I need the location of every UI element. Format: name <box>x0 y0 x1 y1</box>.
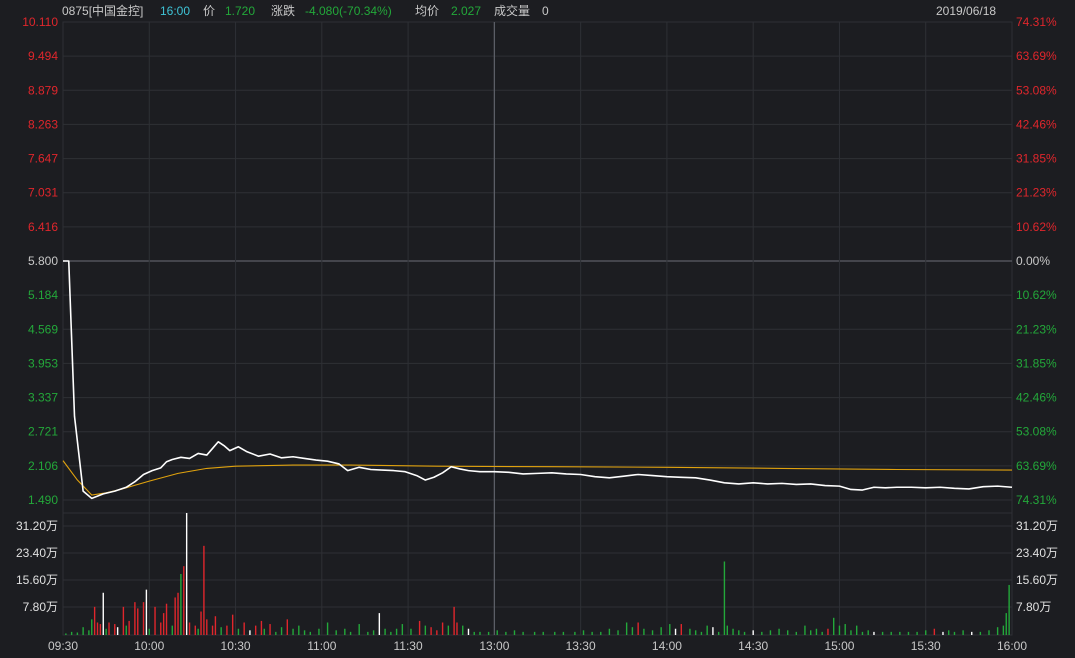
time-tick-label: 13:30 <box>566 639 596 653</box>
price-tick-label: 3.337 <box>28 391 58 405</box>
price-tick-label: 3.953 <box>28 356 58 370</box>
time-tick-label: 16:00 <box>997 639 1027 653</box>
price-tick-label: 2.106 <box>28 459 58 473</box>
percent-tick-label: 31.85% <box>1016 152 1057 166</box>
time-tick-label: 15:00 <box>824 639 854 653</box>
percent-tick-label: 63.69% <box>1016 459 1057 473</box>
percent-tick-label: 10.62% <box>1016 220 1057 234</box>
volume-tick-label-right: 15.60万 <box>1016 573 1058 587</box>
volume-tick-label: 31.20万 <box>16 519 58 533</box>
volume-tick-label: 23.40万 <box>16 546 58 560</box>
time-tick-label: 09:30 <box>48 639 78 653</box>
time-tick-label: 13:00 <box>479 639 509 653</box>
percent-tick-label: 21.23% <box>1016 322 1057 336</box>
price-tick-label: 2.721 <box>28 425 58 439</box>
percent-tick-label: 21.23% <box>1016 186 1057 200</box>
intraday-chart: 10.110 74.31% 9.494 63.69% 8.879 53.08% 8.263 4… <box>16 15 1058 653</box>
volume-tick-label-right: 23.40万 <box>1016 546 1058 560</box>
price-line <box>63 260 1013 500</box>
price-tick-label: 10.110 <box>22 15 58 29</box>
time-tick-label: 15:30 <box>911 639 941 653</box>
price-tick-label: 1.490 <box>28 493 58 507</box>
price-tick-label: 5.184 <box>28 288 58 302</box>
price-tick-label: 6.416 <box>28 220 58 234</box>
price-tick-label: 7.647 <box>28 152 58 166</box>
percent-tick-label: 31.85% <box>1016 356 1057 370</box>
time-tick-label: 10:00 <box>134 639 164 653</box>
percent-tick-label: 42.46% <box>1016 391 1057 405</box>
percent-tick-label: 74.31% <box>1016 493 1057 507</box>
price-tick-label: 9.494 <box>28 49 58 63</box>
price-tick-label: 8.879 <box>28 83 58 97</box>
volume-tick-label: 7.80万 <box>23 600 58 614</box>
plot-frame <box>62 21 1013 636</box>
percent-tick-label: 53.08% <box>1016 83 1057 97</box>
percent-tick-label: 53.08% <box>1016 425 1057 439</box>
time-tick-label: 14:00 <box>652 639 682 653</box>
percent-tick-label: 42.46% <box>1016 117 1057 131</box>
time-tick-label: 14:30 <box>738 639 768 653</box>
price-tick-label: 5.800 <box>28 254 58 268</box>
price-tick-label: 4.569 <box>28 322 58 336</box>
volume-tick-label-right: 7.80万 <box>1016 600 1051 614</box>
price-tick-label: 8.263 <box>28 117 58 131</box>
percent-tick-label: 74.31% <box>1016 15 1057 29</box>
price-tick-label: 7.031 <box>28 186 58 200</box>
volume-tick-label-right: 31.20万 <box>1016 519 1058 533</box>
time-tick-label: 11:00 <box>307 639 336 653</box>
percent-tick-label: 0.00% <box>1016 254 1050 268</box>
volume-tick-label: 15.60万 <box>16 573 58 587</box>
percent-tick-label: 63.69% <box>1016 49 1057 63</box>
percent-tick-label: 10.62% <box>1016 288 1057 302</box>
time-tick-label: 10:30 <box>221 639 251 653</box>
time-tick-label: 11:30 <box>394 639 423 653</box>
